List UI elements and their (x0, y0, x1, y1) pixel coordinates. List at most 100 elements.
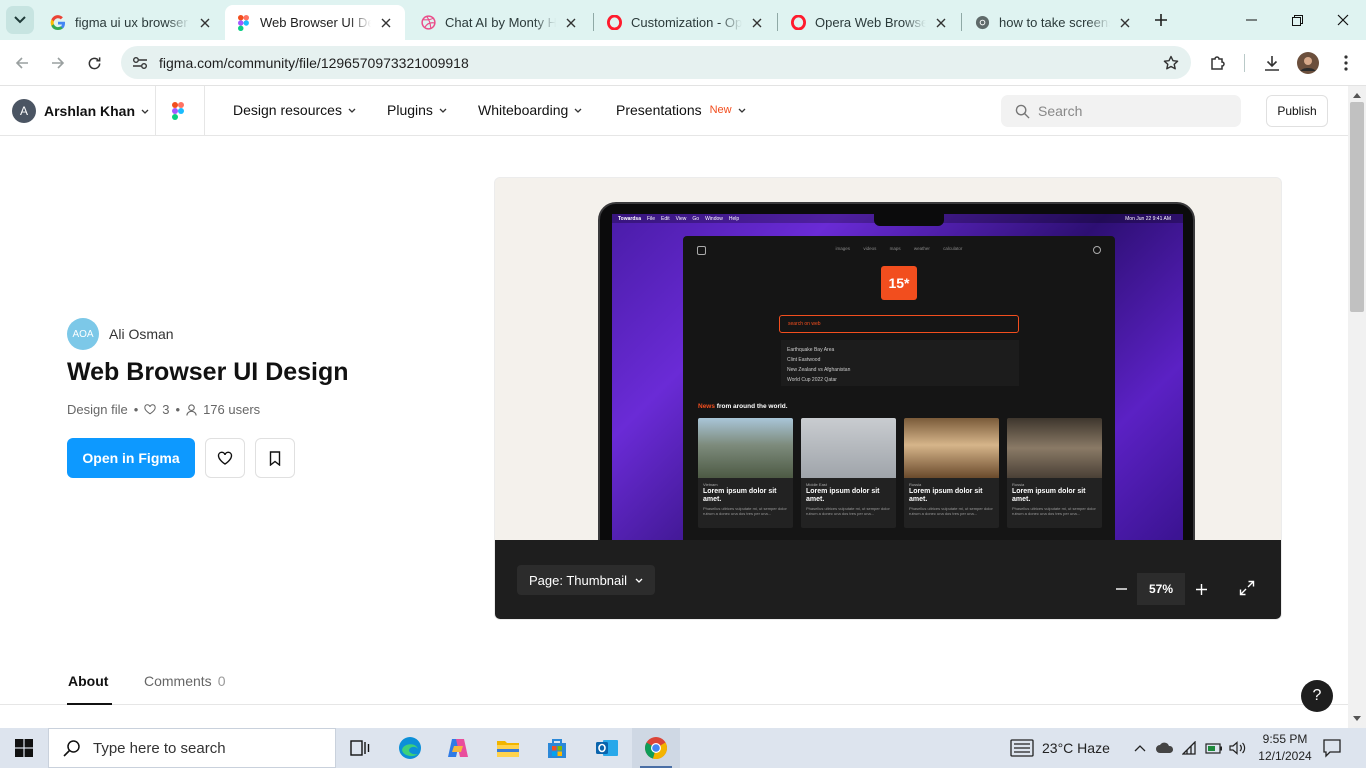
extensions-button[interactable] (1204, 49, 1232, 77)
weather-text: 23°C Haze (1042, 740, 1110, 756)
bookmark-star-icon[interactable] (1151, 55, 1191, 71)
browser-menu-button[interactable] (1332, 49, 1360, 77)
mock-nav-item: weather (913, 246, 930, 251)
browser-tab-2[interactable]: Chat AI by Monty Hayton (410, 5, 590, 40)
mock-menu-item: Towardsa (618, 215, 641, 222)
mock-news-card: Vietnam Lorem ipsum dolor sit amet. Phas… (698, 418, 793, 528)
help-button[interactable]: ? (1301, 680, 1333, 712)
chevron-down-icon (348, 108, 356, 113)
close-window-button[interactable] (1320, 0, 1366, 40)
page-scrollbar[interactable] (1348, 86, 1366, 728)
back-button[interactable] (8, 49, 36, 77)
browser-tab-5[interactable]: how to take screenshot (964, 5, 1144, 40)
nav-label: Design resources (233, 102, 342, 118)
news-rest: from around the world. (714, 403, 788, 410)
notifications-button[interactable] (1322, 738, 1342, 758)
open-in-figma-button[interactable]: Open in Figma (67, 438, 195, 478)
new-tab-button[interactable] (1150, 9, 1172, 31)
like-button[interactable] (205, 438, 245, 478)
tab-title: how to take screenshot (999, 15, 1110, 30)
file-explorer-app[interactable] (484, 728, 532, 768)
close-tab-icon[interactable] (562, 14, 580, 32)
close-tab-icon[interactable] (377, 14, 395, 32)
card-body: Phasellus ultrices vulputate mi, ut semp… (909, 506, 993, 516)
outlook-app[interactable] (583, 728, 631, 768)
edge-app[interactable] (386, 728, 434, 768)
close-tab-icon[interactable] (932, 14, 950, 32)
browser-tab-strip: figma ui ux browser design - Google Sear… (0, 0, 1366, 40)
mock-nav: images videos maps weather calculator (683, 246, 1115, 251)
figma-logo[interactable] (172, 102, 184, 120)
file-type: Design file (67, 402, 128, 417)
close-tab-icon[interactable] (1116, 14, 1134, 32)
forward-button[interactable] (44, 49, 72, 77)
nav-whiteboarding[interactable]: Whiteboarding (478, 102, 582, 118)
chevron-down-icon (439, 108, 447, 113)
browser-tab-4[interactable]: Opera Web Browser | Faster (780, 5, 960, 40)
mock-menu-item: Window (705, 215, 723, 222)
mock-nav-item: calculator (943, 246, 963, 251)
restore-button[interactable] (1274, 0, 1320, 40)
speaker-icon (1229, 741, 1246, 755)
folder-icon (497, 741, 519, 757)
page-selector[interactable]: Page: Thumbnail (517, 565, 656, 595)
show-hidden-icons[interactable] (1130, 728, 1150, 768)
copilot-app[interactable] (434, 728, 482, 768)
card-body: Phasellus ultrices vulputate mi, ut semp… (703, 506, 787, 516)
mock-suggestion: New Zealand vs Afghanistan (787, 367, 851, 373)
microsoft-store-app[interactable] (533, 728, 581, 768)
reload-button[interactable] (80, 49, 108, 77)
publish-button[interactable]: Publish (1266, 95, 1328, 127)
zoom-out-button[interactable] (1105, 573, 1137, 605)
fullscreen-button[interactable] (1239, 580, 1255, 596)
clock-date: 12/1/2024 (1258, 749, 1312, 763)
tab-comments[interactable]: Comments 0 (144, 673, 225, 689)
figma-icon (235, 14, 251, 31)
mock-temperature: 15* (881, 266, 917, 300)
chrome-icon (645, 737, 667, 760)
author-link[interactable]: AOA Ali Osman (67, 318, 174, 350)
file-preview[interactable]: Towardsa File Edit View Go Window Help M… (494, 177, 1282, 620)
minimize-button[interactable] (1228, 0, 1274, 40)
arrow-left-icon (15, 57, 28, 69)
nav-design-resources[interactable]: Design resources (233, 102, 356, 118)
chevron-down-icon (141, 109, 149, 114)
search-input[interactable]: Search (1001, 95, 1241, 127)
account-switcher[interactable]: A Arshlan Khan (12, 99, 149, 123)
news-image (698, 418, 793, 478)
chrome-app[interactable] (632, 728, 680, 768)
battery-tray[interactable] (1203, 728, 1225, 768)
mock-menu-item: Help (728, 215, 740, 222)
zoom-in-button[interactable] (1185, 573, 1217, 605)
address-bar[interactable]: figma.com/community/file/129657097332100… (121, 46, 1191, 79)
network-tray[interactable] (1180, 728, 1200, 768)
mock-menu-item: File (646, 215, 656, 222)
profile-avatar[interactable] (1294, 49, 1322, 77)
nav-presentations[interactable]: Presentations New (616, 102, 746, 118)
weather-widget[interactable]: 23°C Haze (1010, 728, 1110, 768)
browser-tab-3[interactable]: Customization - Opera (596, 5, 776, 40)
site-settings-icon[interactable] (123, 56, 157, 70)
scrollbar-thumb[interactable] (1350, 102, 1364, 312)
start-button[interactable] (0, 728, 48, 768)
task-view-button[interactable] (336, 728, 384, 768)
close-tab-icon[interactable] (196, 14, 214, 32)
taskbar-clock[interactable]: 9:55 PM 12/1/2024 (1258, 731, 1312, 765)
save-button[interactable] (255, 438, 295, 478)
close-tab-icon[interactable] (748, 14, 766, 32)
volume-tray[interactable] (1227, 728, 1249, 768)
onedrive-tray[interactable] (1153, 728, 1177, 768)
tab-search-button[interactable] (6, 6, 34, 34)
browser-tab-1[interactable]: Web Browser UI Design | Figma (225, 5, 405, 40)
nav-plugins[interactable]: Plugins (387, 102, 447, 118)
minus-icon (1115, 588, 1127, 590)
page-title: Web Browser UI Design (67, 358, 349, 386)
page-label: Page: Thumbnail (529, 572, 628, 588)
downloads-button[interactable] (1258, 49, 1286, 77)
tab-about[interactable]: About (68, 673, 108, 689)
taskbar-search[interactable]: Type here to search (48, 728, 336, 768)
url-text: figma.com/community/file/129657097332100… (159, 54, 469, 71)
tab-title: Web Browser UI Design | Figma (260, 15, 371, 30)
mock-menu-item: Go (692, 215, 700, 222)
browser-tab-0[interactable]: figma ui ux browser design - Google Sear… (40, 5, 224, 40)
